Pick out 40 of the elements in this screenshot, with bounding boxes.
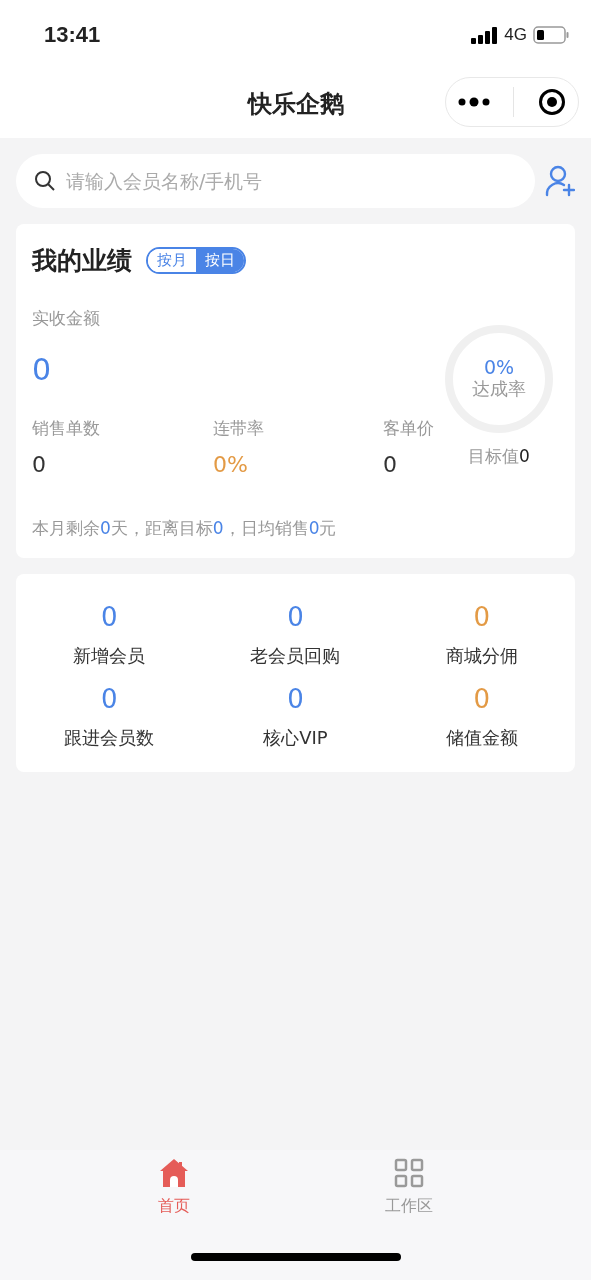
summary-text: 本月剩余0天，距离目标0，日均销售0元 — [32, 517, 337, 540]
battery-icon — [533, 26, 569, 44]
metric-label: 连带率 — [213, 417, 265, 440]
stat-value: 0 — [473, 684, 491, 714]
stat-label: 商城分佣 — [445, 644, 518, 668]
metric-value: 0% — [213, 452, 249, 477]
add-user-icon[interactable] — [545, 165, 575, 197]
tab-bar-item[interactable]: 工作区 — [355, 1158, 464, 1217]
page-title: 快乐企鹅 — [247, 89, 344, 120]
ring-label: 达成率 — [472, 376, 526, 401]
stat-label: 跟进会员数 — [64, 726, 155, 750]
metric-label: 实收金额 — [32, 307, 101, 330]
stat-value: 0 — [473, 602, 491, 632]
metric-label: 销售单数 — [32, 417, 101, 440]
record-icon[interactable] — [538, 88, 567, 116]
search-field[interactable]: 请输入会员名称/手机号 — [16, 154, 535, 208]
stat-label: 新增会员 — [73, 644, 146, 668]
metric-value: 0 — [383, 452, 398, 477]
search-icon — [34, 170, 56, 192]
metric-value: 0 — [32, 352, 53, 387]
metric-value: 0 — [32, 452, 47, 477]
ring-percent: 0% — [483, 357, 515, 377]
stat-value: 0 — [100, 684, 118, 714]
stat-value: 0 — [287, 684, 304, 714]
grid-icon — [394, 1158, 425, 1188]
period-toggle[interactable]: 按日 — [196, 249, 244, 272]
metric-label: 客单价 — [383, 417, 435, 440]
card-title: 我的业绩 — [32, 245, 132, 277]
stat-label: 核心VIP — [263, 726, 328, 750]
more-icon[interactable] — [457, 97, 490, 107]
network-label: 4G — [504, 25, 527, 45]
target-value: 0 — [519, 446, 530, 466]
stat-label: 储值金额 — [445, 726, 518, 750]
tab-bar-item[interactable]: 首页 — [127, 1158, 220, 1217]
stat-value: 0 — [100, 602, 118, 632]
stat-label: 老会员回购 — [250, 644, 341, 668]
status-time: 13:41 — [44, 22, 101, 48]
signal-icon — [471, 26, 499, 44]
stat-value: 0 — [287, 602, 304, 632]
target-label: 目标值 — [468, 446, 520, 466]
